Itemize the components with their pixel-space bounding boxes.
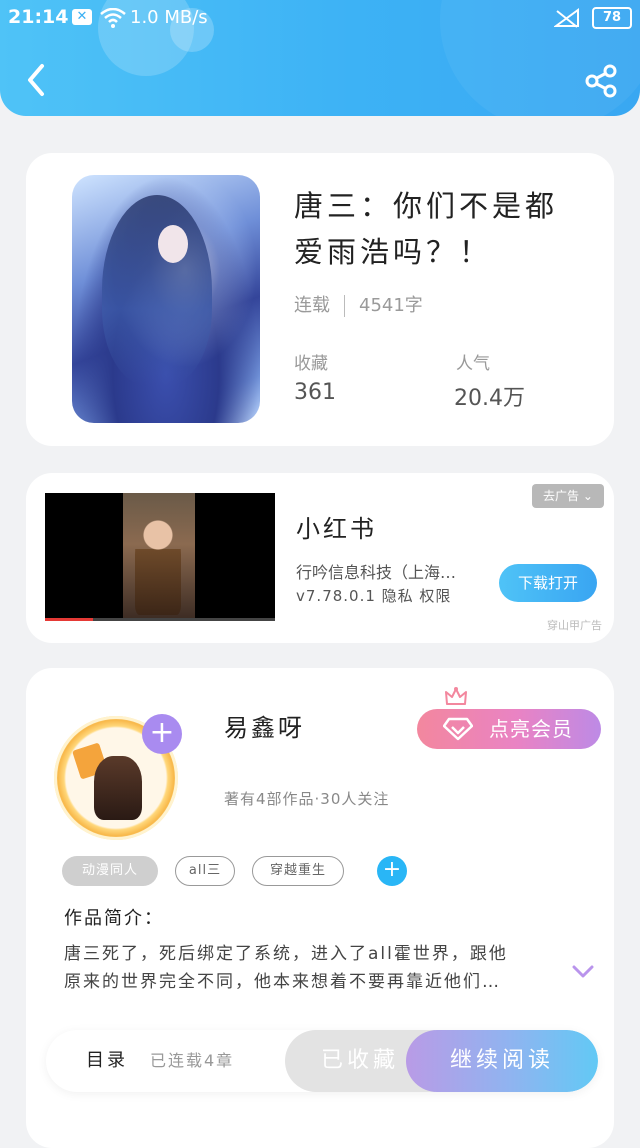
chevron-down-icon: ⌄ bbox=[582, 489, 593, 503]
book-title: 唐三：你们不是都爱雨浩吗？！ bbox=[294, 189, 559, 269]
word-count: 4541字 bbox=[359, 295, 423, 316]
intro-title: 作品简介： bbox=[64, 908, 164, 929]
diamond-icon bbox=[443, 717, 473, 741]
remove-ad-button[interactable]: 去广告 ⌄ bbox=[532, 484, 604, 508]
divider bbox=[344, 295, 345, 317]
vip-label: 点亮会员 bbox=[489, 717, 573, 741]
tag-item[interactable]: 动漫同人 bbox=[62, 856, 158, 886]
ad-app-name: 小红书 bbox=[296, 515, 377, 543]
avatar-art bbox=[94, 756, 142, 820]
cover-art bbox=[158, 225, 188, 263]
continue-reading-button[interactable]: 继续阅读 bbox=[406, 1030, 598, 1092]
chapter-count: 已连载4章 bbox=[150, 1051, 235, 1070]
back-button[interactable] bbox=[22, 62, 50, 98]
ad-card[interactable]: 去广告 ⌄ 小红书 行吟信息科技（上海… v7.78.0.1 隐私 权限 下载打… bbox=[26, 473, 614, 643]
toc-button[interactable]: 目录 bbox=[86, 1030, 128, 1092]
intro-text: 唐三死了，死后绑定了系统，进入了all霍世界，跟他 原来的世界完全不同，他本来想… bbox=[64, 944, 508, 992]
ad-source: 穿山甲广告 bbox=[547, 619, 602, 632]
chevron-down-icon[interactable] bbox=[572, 964, 594, 983]
back-arrow-icon bbox=[28, 64, 44, 96]
tag-item[interactable]: 穿越重生 bbox=[252, 856, 344, 886]
ad-meta[interactable]: v7.78.0.1 隐私 权限 bbox=[296, 585, 451, 606]
add-tag-button[interactable]: + bbox=[377, 856, 407, 886]
header: 21:14 ✕ 1.0 MB/s 78 bbox=[0, 0, 640, 116]
cover-art bbox=[102, 195, 212, 385]
remove-ad-label: 去广告 bbox=[543, 489, 580, 503]
bottom-action-bar: 目录 已连载4章 已收藏 继续阅读 bbox=[46, 1030, 598, 1092]
serial-status: 连载 bbox=[294, 295, 330, 316]
follow-button[interactable]: + bbox=[142, 714, 182, 754]
download-open-button[interactable]: 下载打开 bbox=[499, 564, 597, 602]
ad-video[interactable] bbox=[45, 493, 275, 621]
status-time: 21:14 bbox=[8, 6, 69, 28]
video-person bbox=[135, 515, 181, 615]
ad-company: 行吟信息科技（上海… bbox=[296, 563, 457, 582]
book-info-card: 唐三：你们不是都爱雨浩吗？！ 连载 4541字 收藏 361 人气 20.4万 bbox=[26, 153, 614, 446]
favorites-value: 361 bbox=[294, 380, 336, 405]
share-icon bbox=[585, 64, 617, 98]
wifi-icon bbox=[100, 7, 126, 33]
author-info: 著有4部作品·30人关注 bbox=[224, 790, 390, 808]
plus-icon: + bbox=[382, 857, 402, 882]
notification-badge: ✕ bbox=[72, 9, 92, 25]
book-cover[interactable] bbox=[72, 175, 260, 423]
share-button[interactable] bbox=[584, 64, 618, 98]
author-name[interactable]: 易鑫呀 bbox=[224, 708, 305, 743]
battery-icon: 78 bbox=[592, 7, 632, 29]
video-progress bbox=[45, 618, 275, 621]
vip-button[interactable]: 点亮会员 bbox=[417, 709, 601, 749]
tag-item[interactable]: all三 bbox=[175, 856, 235, 886]
favorites-label: 收藏 bbox=[294, 354, 328, 374]
plus-icon: + bbox=[149, 715, 175, 750]
status-bar: 21:14 ✕ 1.0 MB/s 78 bbox=[8, 4, 632, 32]
popularity-value: 20.4万 bbox=[454, 386, 525, 411]
signal-off-icon bbox=[552, 8, 580, 33]
network-speed: 1.0 MB/s bbox=[130, 7, 208, 28]
book-status-line: 连载 4541字 bbox=[294, 291, 423, 317]
popularity-label: 人气 bbox=[456, 354, 490, 374]
